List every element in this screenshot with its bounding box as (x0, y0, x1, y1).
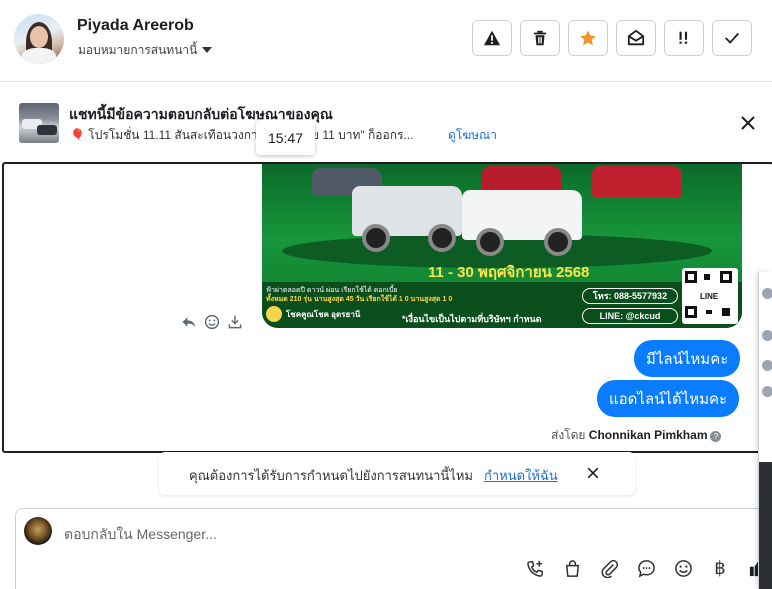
message-bubble[interactable]: มีไลน์ไหมคะ (634, 340, 741, 377)
attach-icon (600, 559, 618, 578)
composer-toolbar: ฿ (523, 556, 769, 580)
assign-prompt-text: คุณต้องการได้รับการกำหนดไปยังการสนทนานี้… (189, 468, 473, 483)
emoji-icon (674, 559, 692, 577)
close-icon[interactable] (585, 465, 601, 481)
assign-prompt: คุณต้องการได้รับการกำหนดไปยังการสนทนานี้… (159, 452, 635, 495)
help-icon[interactable]: ? (710, 431, 722, 442)
avatar[interactable] (762, 386, 772, 397)
call-add-button[interactable] (523, 556, 547, 580)
reply-composer: ตอบกลับใน Messenger... ฿ (15, 508, 772, 589)
ad-reply-notice: แชทนี้มีข้อความตอบกลับต่อโฆษณาของคุณ 🎈 โ… (0, 83, 772, 161)
delete-button[interactable] (520, 20, 560, 56)
star-icon (580, 30, 596, 46)
attach-button[interactable] (597, 556, 621, 580)
assign-to-me-link[interactable]: กำหนดให้ฉัน (484, 465, 558, 486)
page-avatar (24, 517, 52, 545)
priority-button[interactable] (664, 20, 704, 56)
reply-input[interactable]: ตอบกลับใน Messenger... (64, 524, 217, 546)
side-panel-edge (758, 272, 772, 589)
done-button[interactable] (712, 20, 752, 56)
avatar[interactable] (762, 288, 772, 299)
check-icon (725, 32, 739, 44)
shop-bag-icon (565, 559, 579, 577)
conversation-view: Piyada Areerob มอบหมายการสนทนานี้ แชทนี้… (0, 0, 772, 589)
call-add-icon (526, 560, 543, 577)
baht-icon[interactable]: ฿ (708, 556, 732, 580)
conversation-header: Piyada Areerob มอบหมายการสนทนานี้ (0, 0, 772, 82)
message-actions (181, 314, 243, 330)
dealer-logo (266, 306, 282, 322)
contact-avatar[interactable] (14, 14, 64, 64)
download-icon[interactable] (227, 314, 243, 330)
chevron-down-icon (202, 47, 213, 53)
report-button[interactable] (472, 20, 512, 56)
chat-bubble-icon (637, 559, 655, 578)
view-ad-link[interactable]: ดูโฆษณา (448, 126, 497, 145)
shop-button[interactable] (560, 556, 584, 580)
saved-reply-button[interactable] (634, 556, 658, 580)
sent-by-label: ส่งโดย Chonnikan Pimkham? (551, 426, 722, 445)
trash-icon (533, 30, 547, 46)
emoji-reaction-icon[interactable] (204, 314, 220, 330)
alert-icon (483, 30, 501, 46)
promo-phone: โทร: 088-5577932 (582, 288, 678, 304)
emoji-button[interactable] (671, 556, 695, 580)
sender-name: Chonnikan Pimkham (588, 428, 708, 442)
message-bubble[interactable]: แอดไลน์ได้ไหมคะ (597, 380, 740, 417)
promo-info: ฟ้าผ่าตลอดปี ดาวน์ ผ่อน เรียกใช้ได้ ดอกเ… (266, 287, 453, 303)
assign-dropdown[interactable]: มอบหมายการสนทนานี้ (78, 41, 213, 60)
timestamp-tooltip: 15:47 (256, 120, 315, 155)
priority-icon (679, 31, 688, 44)
contact-name[interactable]: Piyada Areerob (77, 17, 194, 35)
ad-thumbnail[interactable] (19, 103, 59, 143)
avatar[interactable] (762, 360, 772, 371)
promo-dates: 11 - 30 พฤศจิกายน 2568 (428, 264, 590, 281)
avatar[interactable] (762, 330, 772, 341)
promo-terms: *เงื่อนไขเป็นไปตามที่บริษัทฯ กำหนด (402, 314, 542, 324)
assign-label: มอบหมายการสนทนานี้ (78, 43, 198, 57)
star-button[interactable] (568, 20, 608, 56)
promo-line-id: LINE: @ckcud (582, 308, 678, 324)
qr-label: LINE (698, 292, 721, 301)
message-thread: 11 - 30 พฤศจิกายน 2568 ฟ้าผ่าตลอดปี ดาวน… (2, 162, 772, 453)
ad-image-attachment[interactable]: 11 - 30 พฤศจิกายน 2568 ฟ้าผ่าตลอดปี ดาวน… (262, 164, 742, 328)
qr-code: LINE (682, 268, 738, 324)
mark-unread-button[interactable] (616, 20, 656, 56)
reply-icon[interactable] (181, 314, 197, 330)
close-icon[interactable] (738, 113, 758, 133)
mark-unread-icon (627, 29, 645, 46)
dealer-name: โชคคูณโชค อุดรธานี (286, 310, 361, 319)
